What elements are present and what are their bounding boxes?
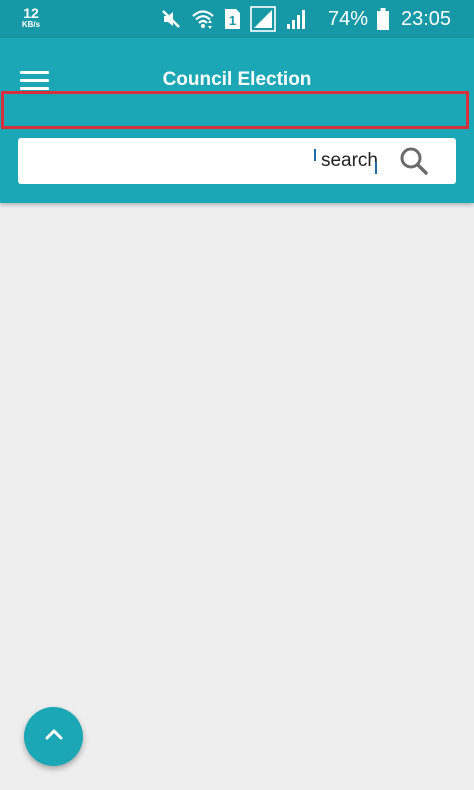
svg-text:1: 1 xyxy=(229,13,236,28)
search-input[interactable] xyxy=(28,146,378,176)
signal-icon xyxy=(285,8,307,30)
page-title: Council Election xyxy=(162,69,312,90)
highlight-box xyxy=(1,91,469,129)
clock: 23:05 xyxy=(401,8,452,30)
battery-percent: 74% xyxy=(328,8,369,30)
battery-icon xyxy=(377,8,389,35)
search-icon[interactable] xyxy=(398,145,430,177)
mute-icon xyxy=(160,8,182,30)
net-speed-indicator: 12 KB/s xyxy=(17,6,45,29)
scroll-to-top-button[interactable] xyxy=(24,707,83,766)
search-bar[interactable] xyxy=(18,138,456,184)
chevron-up-icon xyxy=(43,723,65,750)
text-cursor xyxy=(375,162,377,174)
net-speed-unit: KB/s xyxy=(21,20,41,29)
net-speed-value: 12 xyxy=(23,5,39,21)
text-cursor xyxy=(314,149,316,161)
sim-1-icon: 1 xyxy=(224,8,241,30)
signal-icon xyxy=(250,6,276,32)
app-bar: Council Election xyxy=(0,38,474,203)
status-icons: 1 xyxy=(160,6,316,32)
status-bar: 12 KB/s 1 74% 23:05 xyxy=(0,0,474,38)
wifi-icon xyxy=(191,8,215,30)
